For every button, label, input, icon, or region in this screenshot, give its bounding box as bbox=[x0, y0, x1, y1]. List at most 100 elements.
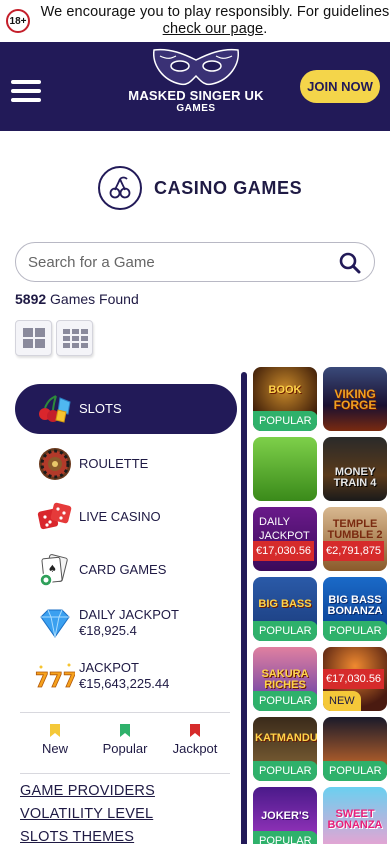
bookmark-icon bbox=[190, 724, 200, 737]
scrollbar[interactable] bbox=[241, 372, 247, 844]
daily-jackpot-amount: €18,925.4 bbox=[79, 622, 137, 638]
filter-jackpot[interactable]: Jackpot bbox=[160, 724, 230, 756]
volatility-level-link[interactable]: VOLATILITY LEVEL bbox=[20, 803, 155, 826]
category-card-games[interactable]: ♠ CARD GAMES bbox=[15, 543, 237, 596]
responsible-gaming-line: We encourage you to play responsibly. Fo… bbox=[40, 4, 390, 20]
game-tile[interactable]: SWEET BONANZA bbox=[323, 787, 387, 844]
filter-label: Jackpot bbox=[172, 741, 218, 756]
category-roulette[interactable]: ROULETTE bbox=[15, 437, 237, 490]
game-tile[interactable] bbox=[253, 437, 317, 501]
game-title: MONEY TRAIN 4 bbox=[333, 466, 377, 489]
site-header: MASKED SINGER UK GAMES JOIN NOW bbox=[0, 42, 390, 131]
category-label: ROULETTE bbox=[79, 455, 149, 471]
bookmark-icon bbox=[50, 724, 60, 737]
menu-divider bbox=[20, 712, 230, 713]
game-tile[interactable]: KATMANDU POPULAR bbox=[253, 717, 317, 781]
filter-label: Popular bbox=[102, 741, 148, 756]
category-live-casino[interactable]: LIVE CASINO bbox=[15, 490, 237, 543]
grid-small-icon[interactable] bbox=[56, 320, 93, 356]
category-daily-jackpot[interactable]: DAILY JACKPOT €18,925.4 bbox=[15, 596, 237, 649]
game-tile[interactable]: BIG BASS BONANZA POPULAR bbox=[323, 577, 387, 641]
diamond-icon bbox=[35, 603, 75, 643]
game-tile[interactable]: VIKING FORGE bbox=[323, 367, 387, 431]
popular-badge: POPULAR bbox=[323, 761, 387, 781]
roulette-icon bbox=[35, 444, 75, 484]
jackpot-label: JACKPOT bbox=[79, 659, 139, 675]
popular-badge: POPULAR bbox=[253, 831, 317, 844]
popular-badge: POPULAR bbox=[253, 621, 317, 641]
games-found-count: 5892 Games Found bbox=[15, 291, 139, 307]
jackpot-amount-badge: €17,030.56 bbox=[323, 669, 385, 689]
banner-suffix: . bbox=[263, 21, 268, 37]
svg-text:777: 777 bbox=[35, 668, 75, 692]
search-icon[interactable] bbox=[339, 252, 361, 274]
game-tile[interactable]: DAILY JACKPOT €17,030.56 bbox=[253, 507, 317, 571]
game-title: DAILY JACKPOT bbox=[259, 516, 310, 542]
game-title: BIG BASS BONANZA bbox=[327, 594, 383, 617]
games-found-label: Games Found bbox=[50, 291, 139, 307]
popular-badge: POPULAR bbox=[253, 411, 317, 431]
page-title-block: CASINO GAMES bbox=[98, 166, 302, 210]
mask-logo-icon bbox=[153, 48, 239, 86]
jackpot-amount-badge: €17,030.56 bbox=[253, 541, 315, 561]
bookmark-icon bbox=[120, 724, 130, 737]
category-menu: SLOTS ROULETTE LIVE CASINO ♠ CARD GAMES … bbox=[15, 384, 237, 702]
game-search-box bbox=[15, 242, 375, 282]
game-title: VIKING FORGE bbox=[333, 387, 377, 412]
filter-tags: New Popular Jackpot bbox=[20, 724, 230, 756]
category-label: DAILY JACKPOT €18,925.4 bbox=[79, 607, 179, 639]
brand-subtitle: GAMES bbox=[176, 103, 216, 114]
game-title: JOKER'S bbox=[261, 810, 309, 822]
slots-themes-link[interactable]: SLOTS THEMES bbox=[20, 826, 155, 844]
game-title: SWEET BONANZA bbox=[327, 808, 383, 831]
filter-popular[interactable]: Popular bbox=[90, 724, 160, 756]
cards-icon: ♠ bbox=[35, 550, 75, 590]
popular-badge: POPULAR bbox=[253, 761, 317, 781]
join-now-button[interactable]: JOIN NOW bbox=[300, 70, 380, 103]
777-icon: 777 bbox=[35, 656, 75, 696]
page-title: CASINO GAMES bbox=[154, 177, 303, 198]
game-tile[interactable]: SAKURA RICHES POPULAR bbox=[253, 647, 317, 711]
game-tile[interactable]: POPULAR bbox=[323, 717, 387, 781]
filter-new[interactable]: New bbox=[20, 724, 90, 756]
category-label: SLOTS bbox=[79, 401, 122, 416]
svg-text:♠: ♠ bbox=[48, 564, 57, 575]
game-tile[interactable]: JOKER'S POPULAR bbox=[253, 787, 317, 844]
slots-icon bbox=[35, 389, 75, 429]
game-title: KATMANDU bbox=[255, 732, 317, 744]
responsible-gaming-text: We encourage you to play responsibly. Fo… bbox=[40, 4, 390, 38]
guidelines-link[interactable]: check our page bbox=[163, 21, 264, 37]
jackpot-amount: €15,643,225.44 bbox=[79, 675, 170, 691]
game-tile[interactable]: MONEY TRAIN 4 bbox=[323, 437, 387, 501]
game-tile[interactable]: €17,030.56 NEW bbox=[323, 647, 387, 711]
game-tile[interactable]: TEMPLE TUMBLE 2 €2,791,875 bbox=[323, 507, 387, 571]
view-toggle bbox=[15, 320, 93, 356]
filter-label: New bbox=[41, 741, 68, 756]
game-title: BOOK bbox=[268, 384, 302, 396]
jackpot-amount-badge: €2,791,875 bbox=[323, 541, 385, 561]
category-slots[interactable]: SLOTS bbox=[15, 384, 237, 434]
game-tile[interactable]: BIG BASS POPULAR bbox=[253, 577, 317, 641]
search-input[interactable] bbox=[28, 243, 328, 281]
game-tile[interactable]: BOOK POPULAR bbox=[253, 367, 317, 431]
dice-icon bbox=[35, 497, 75, 537]
brand-name: MASKED SINGER UK bbox=[128, 88, 264, 103]
game-title: BIG BASS bbox=[258, 598, 312, 610]
category-jackpot[interactable]: 777 JACKPOT €15,643,225.44 bbox=[15, 649, 237, 702]
age-18-badge: 18+ bbox=[6, 9, 30, 33]
popular-badge: POPULAR bbox=[323, 621, 387, 641]
category-label: JACKPOT €15,643,225.44 bbox=[79, 660, 169, 692]
game-providers-link[interactable]: GAME PROVIDERS bbox=[20, 780, 155, 803]
category-label: LIVE CASINO bbox=[79, 508, 161, 524]
cherries-icon bbox=[98, 166, 142, 210]
brand-logo[interactable]: MASKED SINGER UK GAMES bbox=[128, 46, 264, 124]
grid-large-icon[interactable] bbox=[15, 320, 52, 356]
game-title: TEMPLE TUMBLE 2 bbox=[327, 518, 383, 541]
filter-links: GAME PROVIDERS VOLATILITY LEVEL SLOTS TH… bbox=[20, 780, 155, 844]
responsible-gaming-banner: 18+ We encourage you to play responsibly… bbox=[0, 0, 390, 42]
menu-divider bbox=[20, 773, 230, 774]
daily-jackpot-label: DAILY JACKPOT bbox=[79, 606, 179, 622]
new-badge: NEW bbox=[323, 691, 361, 711]
games-count: 5892 bbox=[15, 291, 47, 307]
hamburger-icon[interactable] bbox=[11, 80, 41, 102]
